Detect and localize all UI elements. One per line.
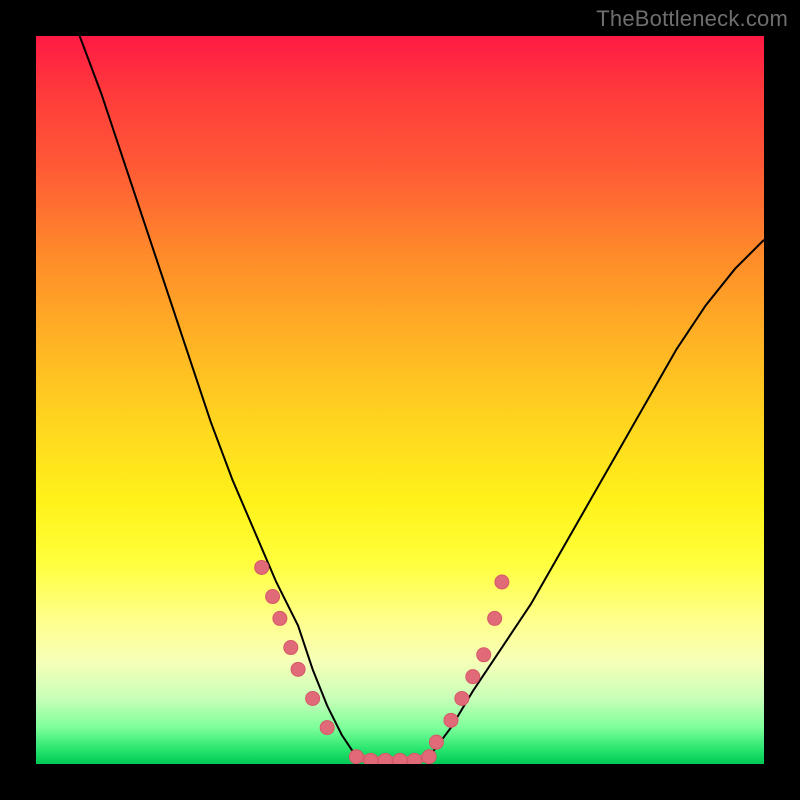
marker-left	[266, 590, 280, 604]
marker-left	[291, 662, 305, 676]
marker-floor	[378, 753, 392, 764]
marker-left	[306, 691, 320, 705]
marker-right	[429, 735, 443, 749]
chart-frame: TheBottleneck.com	[0, 0, 800, 800]
marker-right	[488, 611, 502, 625]
marker-right	[477, 648, 491, 662]
watermark-text: TheBottleneck.com	[596, 6, 788, 32]
marker-right	[455, 691, 469, 705]
chart-svg	[36, 36, 764, 764]
marker-left	[273, 611, 287, 625]
marker-left	[284, 641, 298, 655]
marker-right	[444, 713, 458, 727]
bottleneck-curve	[80, 36, 764, 764]
plot-area	[36, 36, 764, 764]
marker-floor	[349, 750, 363, 764]
marker-floor	[422, 750, 436, 764]
marker-floor	[393, 753, 407, 764]
marker-right	[466, 670, 480, 684]
marker-right	[495, 575, 509, 589]
marker-floor	[408, 753, 422, 764]
marker-floor	[364, 753, 378, 764]
marker-left	[255, 560, 269, 574]
marker-left	[320, 721, 334, 735]
